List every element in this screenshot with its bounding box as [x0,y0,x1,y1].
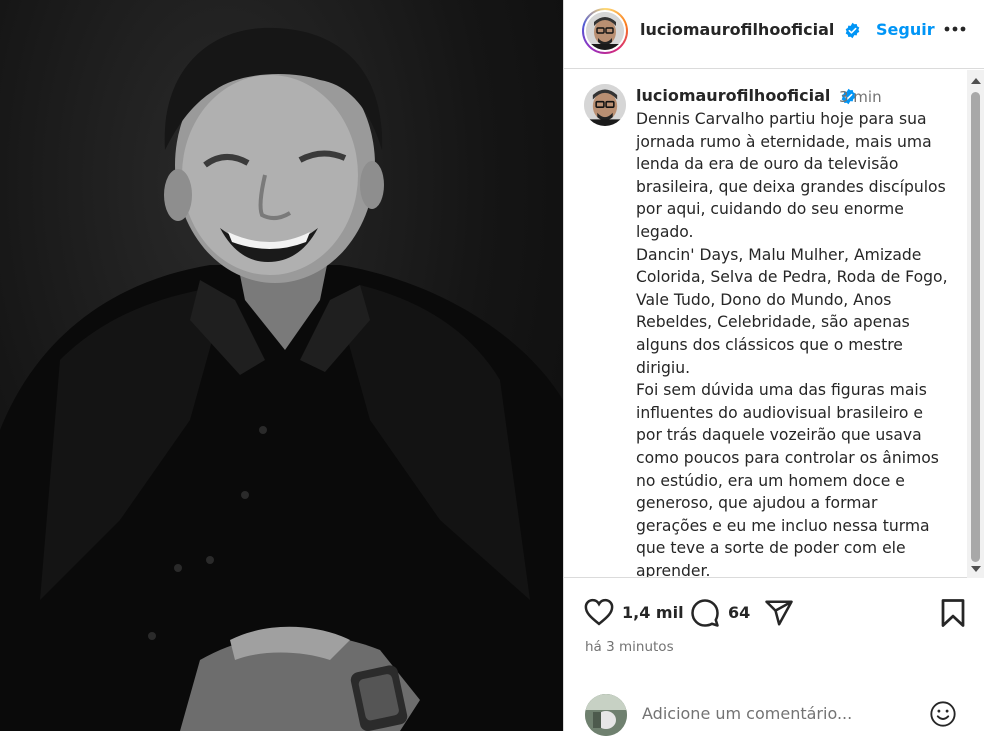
scroll-up-arrow-icon[interactable] [971,78,981,84]
post-header: luciomaurofilhooficial Seguir [564,0,984,69]
caption-username[interactable]: luciomaurofilhooficial [636,86,857,105]
comment-bubble-icon[interactable] [690,598,720,628]
comment-input[interactable]: Adicione um comentário... [642,704,852,723]
avatar-face [586,12,624,50]
scroll-down-arrow-icon[interactable] [971,566,981,572]
caption-scroll-area[interactable]: luciomaurofilhooficial 3 min Dennis Carv… [564,70,984,578]
post-time-ago[interactable]: há 3 minutos [585,639,674,655]
paper-plane-icon[interactable] [764,598,794,628]
comments-count[interactable]: 64 [728,603,750,622]
post-photo[interactable] [0,0,563,731]
scrollbar-thumb[interactable] [971,92,980,562]
author-avatar[interactable] [582,8,628,54]
follow-button[interactable]: Seguir [876,20,935,39]
caption-time[interactable]: 3 min [839,88,882,106]
bookmark-icon[interactable] [940,598,966,628]
comment-bar: Adicione um comentário... [564,690,984,736]
verified-badge-icon [845,22,860,39]
portrait-image [0,27,563,731]
caption-author-avatar[interactable] [584,84,626,126]
caption-avatar-face [584,84,626,126]
more-options-icon[interactable] [942,16,968,42]
current-user-avatar [585,694,627,736]
likes-count[interactable]: 1,4 mil [622,603,684,622]
caption-scrollbar[interactable] [967,70,984,578]
heart-icon[interactable] [584,598,614,626]
post-panel: luciomaurofilhooficial Seguir luciomauro… [563,0,984,736]
header-username-text[interactable]: luciomaurofilhooficial [640,20,834,39]
instagram-post-modal: luciomaurofilhooficial Seguir luciomauro… [0,0,984,736]
header-username[interactable]: luciomaurofilhooficial [640,20,861,39]
emoji-smile-icon[interactable] [929,700,957,728]
post-actions: 1,4 mil 64 há 3 minutos [564,580,984,690]
caption-text: Dennis Carvalho partiu hoje para sua jor… [636,110,948,578]
current-user-avatar-image [585,694,627,736]
caption-username-text[interactable]: luciomaurofilhooficial [636,86,830,105]
